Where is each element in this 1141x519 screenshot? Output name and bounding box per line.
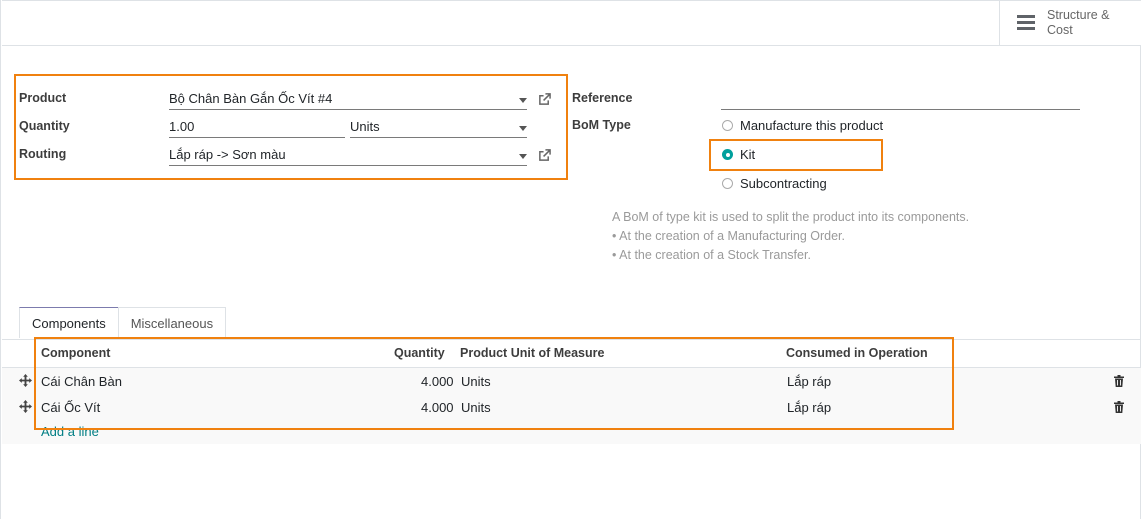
structure-cost-button[interactable]: Structure & Cost [999,1,1141,45]
menu-icon [1017,15,1035,31]
radio-subcontracting-label: Subcontracting [740,176,827,191]
radio-subcontracting[interactable]: Subcontracting [722,176,827,191]
radio-manufacture[interactable]: Manufacture this product [722,118,883,133]
highlight-box-product-group [14,74,568,180]
reference-label: Reference [572,91,633,105]
trash-icon[interactable] [1114,401,1124,413]
bom-type-label: BoM Type [572,118,631,132]
reference-field[interactable] [721,89,1080,110]
form-view: Structure & Cost Product Bộ Chân Bàn Gắn… [0,0,1141,519]
tab-miscellaneous[interactable]: Miscellaneous [117,307,227,338]
drag-handle-icon[interactable] [19,400,32,413]
structure-cost-label: Structure & Cost [1047,8,1110,37]
radio-icon[interactable] [722,178,733,189]
highlight-box-kit [709,139,883,171]
help-text-line1: A BoM of type kit is used to split the p… [612,210,970,224]
radio-manufacture-label: Manufacture this product [740,118,884,133]
tab-components[interactable]: Components [19,307,119,338]
drag-handle-icon[interactable] [19,374,32,387]
help-text-line2: • At the creation of a Manufacturing Ord… [612,229,845,243]
highlight-box-components [34,337,954,430]
notebook-tabs: Components Miscellaneous [19,307,227,339]
help-text-line3: • At the creation of a Stock Transfer. [612,248,811,262]
radio-icon[interactable] [722,120,733,131]
button-box: Structure & Cost [2,0,1141,46]
trash-icon[interactable] [1114,375,1124,387]
